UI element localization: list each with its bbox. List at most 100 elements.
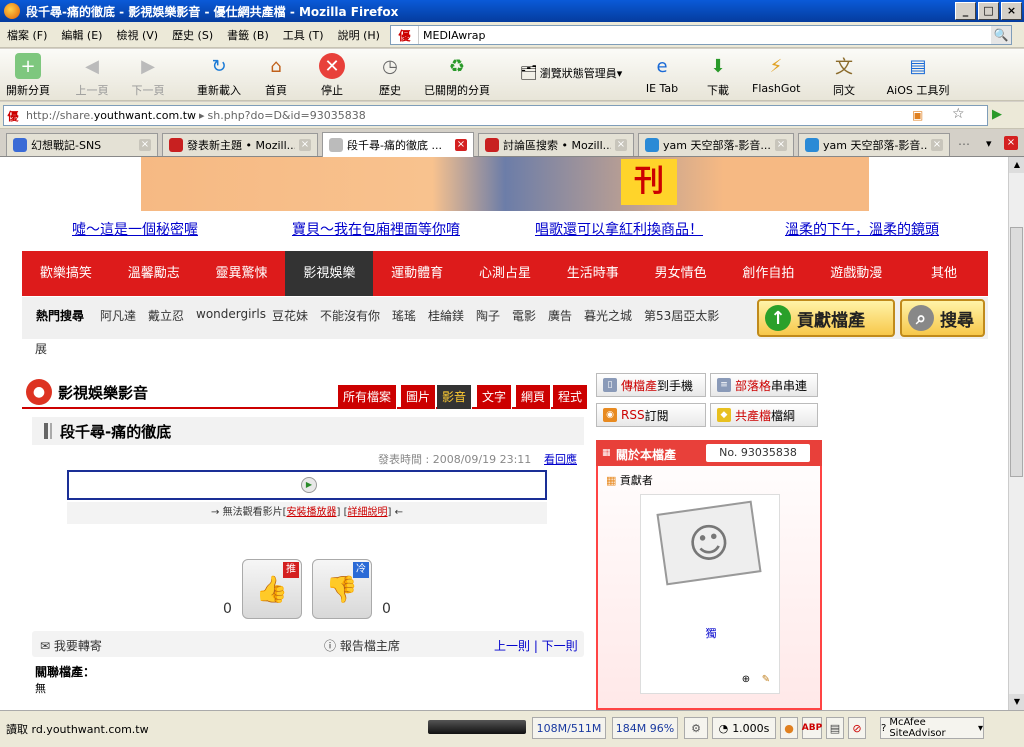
- menu-help[interactable]: 說明 (H): [331, 27, 387, 43]
- mcafee-siteadvisor[interactable]: ? McAfee SiteAdvisor ▾: [880, 717, 984, 739]
- clipboard-icon[interactable]: ▤: [826, 717, 844, 739]
- rss-subscribe-button[interactable]: ◉ RSS 訂閱: [596, 403, 706, 427]
- category-item[interactable]: 靈異驚悚: [198, 251, 286, 296]
- site-search-button[interactable]: ⌕ 搜尋: [900, 299, 985, 337]
- pencil-icon[interactable]: ✎: [759, 673, 773, 687]
- upvote-button[interactable]: 👍 推: [242, 559, 302, 619]
- tab-2[interactable]: 發表新主題 • Mozill... ×: [162, 133, 318, 156]
- close-window-button[interactable]: ×: [1001, 2, 1022, 20]
- hot-keyword[interactable]: 桂綸鎂: [428, 307, 464, 324]
- download-button[interactable]: ⬇ 下載: [700, 53, 736, 98]
- chevron-down-icon[interactable]: ▾: [986, 137, 992, 150]
- report-link[interactable]: ⓘ 報告檔主席: [324, 637, 400, 654]
- close-tab-button[interactable]: ×: [1004, 136, 1018, 150]
- promo-link-1[interactable]: 噓～這是一個秘密喔: [72, 219, 198, 239]
- go-icon[interactable]: ▶: [992, 107, 1002, 122]
- menu-file[interactable]: 檔案 (F): [0, 27, 54, 43]
- tab-close-icon[interactable]: ×: [455, 139, 467, 151]
- hot-keyword[interactable]: 第53屆亞太影: [644, 307, 719, 324]
- tab-close-icon[interactable]: ×: [299, 139, 311, 151]
- category-item[interactable]: 運動體育: [373, 251, 461, 296]
- flashgot-button[interactable]: ⚡ FlashGot: [752, 53, 800, 96]
- hot-keyword[interactable]: 阿凡達: [100, 307, 136, 324]
- menu-history[interactable]: 歷史 (S): [165, 27, 220, 43]
- tongwen-button[interactable]: 文 同文: [826, 53, 862, 98]
- hot-keyword[interactable]: 瑤瑤: [392, 307, 416, 324]
- category-item[interactable]: 歡樂搞笑: [22, 251, 110, 296]
- addon-icon[interactable]: ●: [780, 717, 798, 739]
- tab-close-icon[interactable]: ×: [615, 139, 627, 151]
- tab-list-icon[interactable]: ⋯: [958, 137, 970, 151]
- menu-view[interactable]: 檢視 (V): [109, 27, 165, 43]
- category-item[interactable]: 生活時事: [549, 251, 637, 296]
- send-to-phone-button[interactable]: ▯ 傳檔產 到手機: [596, 373, 706, 397]
- category-item[interactable]: 男女情色: [637, 251, 725, 296]
- tab-1[interactable]: 幻想戰記-SNS ×: [6, 133, 158, 156]
- tab-6[interactable]: yam 天空部落-影音... ×: [798, 133, 950, 156]
- blog-link-button[interactable]: ≡ 部落格 串串連: [710, 373, 818, 397]
- menu-tools[interactable]: 工具 (T): [276, 27, 331, 43]
- category-item[interactable]: 溫馨勵志: [110, 251, 198, 296]
- subtab-images[interactable]: 圖片: [401, 385, 437, 409]
- downvote-button[interactable]: 👎 冷: [312, 559, 372, 619]
- ad-banner[interactable]: 刊: [141, 157, 869, 211]
- url-input[interactable]: 優 http://share. youthwant.com.tw ▸ sh.ph…: [3, 105, 988, 126]
- forward-link[interactable]: ✉ 我要轉寄: [40, 637, 102, 654]
- menu-edit[interactable]: 編輯 (E): [54, 27, 109, 43]
- view-replies-link[interactable]: 看回應: [544, 451, 577, 467]
- category-item[interactable]: 創作自拍: [725, 251, 813, 296]
- tab-close-icon[interactable]: ×: [931, 139, 943, 151]
- search-engine-selector[interactable]: 優: [391, 26, 419, 44]
- back-button[interactable]: ◀ 上一頁: [70, 53, 114, 98]
- add-friend-icon[interactable]: ⊕: [739, 673, 753, 687]
- tab-4[interactable]: 討論區搜索 • Mozill... ×: [478, 133, 634, 156]
- play-icon[interactable]: ▶: [301, 477, 317, 493]
- share-guide-button[interactable]: ◆ 共產檔 檔綱: [710, 403, 818, 427]
- network-icon[interactable]: ⚙: [684, 717, 708, 739]
- ie-tab-button[interactable]: e IE Tab: [642, 53, 682, 96]
- bookmark-star-icon[interactable]: ☆: [952, 106, 965, 122]
- prev-next-links[interactable]: 上一則 | 下一則: [494, 637, 578, 654]
- scroll-down-icon[interactable]: ▼: [1009, 694, 1024, 710]
- aios-button[interactable]: ▤ AiOS 工具列: [886, 53, 950, 98]
- vertical-scrollbar[interactable]: ▲ ▼: [1008, 157, 1024, 710]
- category-item[interactable]: 其他: [900, 251, 988, 296]
- search-icon[interactable]: 🔍: [991, 26, 1011, 44]
- hot-keyword[interactable]: 暮光之城: [584, 307, 632, 324]
- video-player[interactable]: ▶: [67, 470, 547, 500]
- history-button[interactable]: ◷ 歷史: [372, 53, 408, 98]
- scroll-thumb[interactable]: [1010, 227, 1023, 477]
- new-tab-button[interactable]: + 開新分頁: [6, 53, 50, 98]
- session-manager-button[interactable]: 🗂 瀏覽狀態管理員 ▾: [520, 65, 630, 81]
- contributor-name[interactable]: 獨: [641, 625, 781, 641]
- subtab-all[interactable]: 所有檔案: [338, 385, 398, 409]
- reload-button[interactable]: ↻ 重新載入: [194, 53, 244, 98]
- hot-keyword[interactable]: 豆花妹: [272, 307, 308, 324]
- hot-keyword[interactable]: 陶子: [476, 307, 500, 324]
- tab-close-icon[interactable]: ×: [775, 139, 787, 151]
- avatar[interactable]: ☺: [656, 500, 762, 586]
- details-link[interactable]: 詳細說明: [347, 507, 387, 518]
- hot-keyword[interactable]: wondergirls: [196, 307, 266, 321]
- subtab-program[interactable]: 程式: [553, 385, 588, 409]
- hot-keyword[interactable]: 不能沒有你: [320, 307, 380, 324]
- scroll-up-icon[interactable]: ▲: [1009, 157, 1024, 173]
- home-button[interactable]: ⌂ 首頁: [258, 53, 294, 98]
- hot-keyword[interactable]: 戴立忍: [148, 307, 184, 324]
- menu-bookmarks[interactable]: 書籤 (B): [220, 27, 276, 43]
- hot-keyword[interactable]: 廣告: [548, 307, 572, 324]
- closed-tabs-button[interactable]: ♻ 已關閉的分頁: [422, 53, 492, 98]
- subtab-web[interactable]: 網頁: [516, 385, 552, 409]
- minimize-button[interactable]: _: [955, 2, 976, 20]
- no-script-icon[interactable]: ⊘: [848, 717, 866, 739]
- stop-button[interactable]: ✕ 停止: [314, 53, 350, 98]
- install-player-link[interactable]: 安裝播放器: [287, 507, 337, 518]
- adblock-icon[interactable]: ABP: [802, 717, 822, 739]
- subtab-text[interactable]: 文字: [477, 385, 513, 409]
- tab-3-active[interactable]: 段千尋-痛的徹底 ... ×: [322, 132, 474, 157]
- tab-5[interactable]: yam 天空部落-影音... ×: [638, 133, 794, 156]
- maximize-button[interactable]: □: [978, 2, 999, 20]
- promo-link-4[interactable]: 溫柔的下午，溫柔的鏡頭: [785, 219, 939, 239]
- subtab-video[interactable]: 影音: [437, 385, 473, 409]
- contribute-button[interactable]: ↑ 貢獻檔產: [757, 299, 895, 337]
